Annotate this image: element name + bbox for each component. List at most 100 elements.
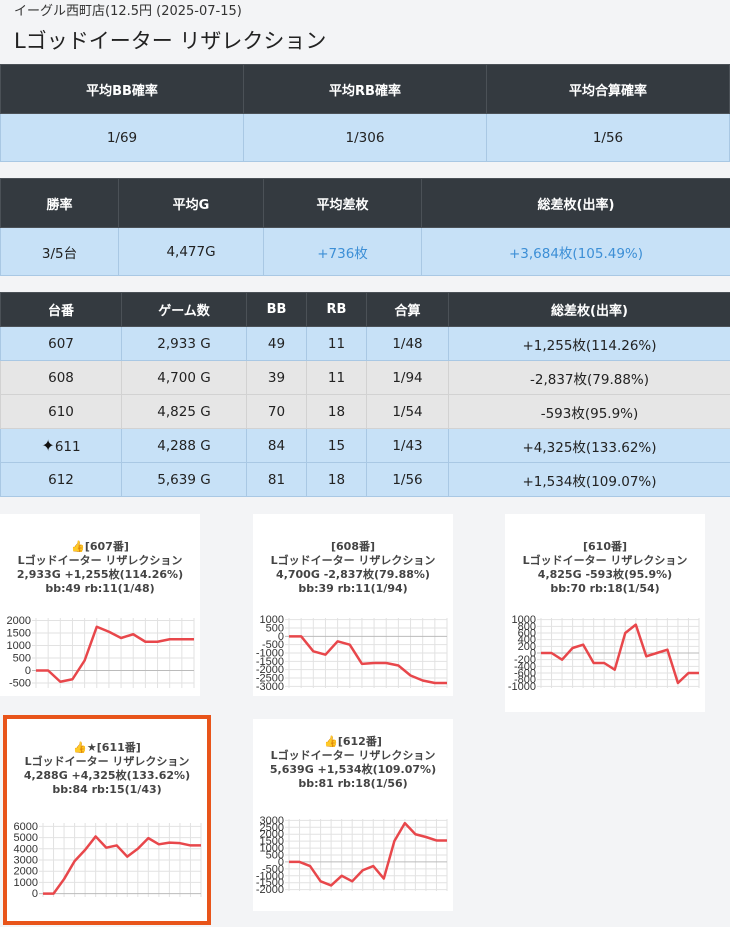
total-cell: 1/54 (366, 394, 449, 429)
machine-no-cell: 607 (0, 326, 122, 361)
total-cell: 1/43 (366, 428, 449, 463)
line-chart: 0100020003000400050006000 (14, 821, 202, 900)
card-bonus: bb:70 rb:18(1/54) (550, 582, 660, 595)
header-avg-bb: 平均BB確率 (0, 64, 244, 114)
table-row[interactable]: 607 2,933 G 49 11 1/48 +1,255枚(114.26%) (0, 326, 730, 361)
table-row[interactable]: ✦611 4,288 G 84 15 1/43 +4,325枚(133.62%) (0, 428, 730, 463)
line-chart: -2000-1500-1000-500050010001500200025003… (256, 815, 448, 895)
store-subtitle: イーグル西町店(12.5円 (2025-07-15) (14, 4, 242, 19)
machine-no-cell: 610 (0, 394, 122, 429)
machine-no-cell: ✦611 (0, 428, 122, 463)
y-tick-label: 5000 (14, 832, 38, 844)
series-line (36, 625, 194, 683)
sparkle-icon: ✦ (41, 436, 55, 455)
card-machine-name: Lゴッドイーター リザレクション (24, 755, 190, 768)
y-tick-label: 6000 (14, 821, 38, 833)
y-tick-label: 1500 (7, 628, 31, 640)
machine-title: Lゴッドイーター リザレクション (14, 29, 327, 53)
y-tick-label: 2000 (7, 615, 31, 627)
card-machine-name: Lゴッドイーター リザレクション (270, 749, 436, 762)
card-title: [610番] (582, 540, 628, 553)
header-machine-no: 台番 (0, 292, 122, 327)
card-bonus: bb:39 rb:11(1/94) (298, 582, 408, 595)
y-tick-label: 1000 (7, 640, 31, 652)
table-row[interactable]: 610 4,825 G 70 18 1/54 -593枚(95.9%) (0, 394, 730, 429)
rb-cell: 18 (306, 394, 367, 429)
y-tick-label: 1000 (14, 877, 38, 889)
y-tick-label: 4000 (14, 843, 38, 855)
avg-total-value: 1/56 (486, 113, 730, 162)
bb-cell: 84 (246, 428, 307, 463)
rb-cell: 11 (306, 360, 367, 395)
avg-rb-value: 1/306 (243, 113, 487, 162)
y-tick-label: 3000 (260, 815, 284, 827)
y-tick-label: 1000 (512, 614, 536, 626)
y-tick-label: 1000 (260, 614, 284, 626)
games-cell: 4,288 G (121, 428, 247, 463)
result-summary-table: 勝率 平均G 平均差枚 総差枚(出率) 3/5台 4,477G +736枚 +3… (0, 178, 730, 276)
diff-cell: +1,255枚(114.26%) (448, 326, 730, 361)
card-machine-name: Lゴッドイーター リザレクション (17, 554, 183, 567)
y-tick-label: 0 (32, 888, 38, 900)
card-bonus: bb:49 rb:11(1/48) (45, 582, 155, 595)
card-bonus: bb:84 rb:15(1/43) (52, 783, 162, 796)
header-games: ゲーム数 (121, 292, 247, 327)
y-tick-label: 0 (25, 665, 31, 677)
rb-cell: 15 (306, 428, 367, 463)
header-avg-rb: 平均RB確率 (243, 64, 487, 114)
series-line (289, 635, 447, 685)
machine-no-text: 611 (54, 439, 81, 455)
diff-cell: +4,325枚(133.62%) (448, 428, 730, 463)
diff-cell: -2,837枚(79.88%) (448, 360, 730, 395)
rb-cell: 18 (306, 462, 367, 497)
total-cell: 1/56 (366, 462, 449, 497)
total-cell: 1/48 (366, 326, 449, 361)
card-machine-name: Lゴッドイーター リザレクション (270, 554, 436, 567)
bb-cell: 49 (246, 326, 307, 361)
card-stats: 4,700G -2,837枚(79.88%) (276, 568, 430, 581)
avg-bb-value: 1/69 (0, 113, 244, 162)
diff-cell: -593枚(95.9%) (448, 394, 730, 429)
header-avg-diff: 平均差枚 (263, 178, 422, 228)
games-cell: 2,933 G (121, 326, 247, 361)
card-title: 👍[607番] (71, 540, 129, 553)
machine-table: 台番 ゲーム数 BB RB 合算 総差枚(出率) 607 2,933 G 49 11 1… (0, 292, 730, 497)
header-rb: RB (306, 292, 367, 327)
card-stats: 5,639G +1,534枚(109.07%) (269, 763, 437, 776)
chart-card-612[interactable]: 👍[612番] Lゴッドイーター リザレクション 5,639G +1,534枚(10… (253, 719, 453, 911)
chart-card-610[interactable]: [610番] Lゴッドイーター リザレクション 4,825G -593枚(95.9%… (505, 514, 705, 712)
bb-cell: 70 (246, 394, 307, 429)
card-stats: 2,933G +1,255枚(114.26%) (16, 568, 184, 581)
bb-cell: 81 (246, 462, 307, 497)
games-cell: 4,700 G (121, 360, 247, 395)
header-total-diff: 総差枚(出率) (421, 178, 730, 228)
table-row[interactable]: 612 5,639 G 81 18 1/56 +1,534枚(109.07%) (0, 462, 730, 497)
table-row[interactable]: 608 4,700 G 39 11 1/94 -2,837枚(79.88%) (0, 360, 730, 395)
chart-card-611[interactable]: 👍★[611番] Lゴッドイーター リザレクション 4,288G +4,325枚(1… (7, 719, 207, 921)
total-cell: 1/94 (366, 360, 449, 395)
avg-diff-value: +736枚 (263, 227, 422, 276)
card-stats: 4,825G -593枚(95.9%) (537, 568, 673, 581)
card-bonus: bb:81 rb:18(1/56) (298, 777, 408, 790)
line-chart: -1000-800-600-400-20002004006008001000 (508, 614, 700, 692)
diff-cell: +1,534枚(109.07%) (448, 462, 730, 497)
y-tick-label: 500 (13, 653, 31, 665)
series-line (43, 835, 201, 895)
total-diff-value: +3,684枚(105.49%) (421, 227, 730, 276)
line-chart: -3000-2500-2000-1500-1000-50005001000 (256, 614, 448, 692)
machine-no-cell: 608 (0, 360, 122, 395)
rb-cell: 11 (306, 326, 367, 361)
chart-card-607[interactable]: 👍[607番] Lゴッドイーター リザレクション 2,933G +1,255枚(11… (0, 514, 200, 696)
card-title: 👍★[611番] (73, 741, 141, 754)
header-avg-total: 平均合算確率 (486, 64, 730, 114)
header-diff: 総差枚(出率) (448, 292, 730, 327)
chart-card-608[interactable]: [608番] Lゴッドイーター リザレクション 4,700G -2,837枚(79.… (253, 514, 453, 696)
avg-games-value: 4,477G (118, 227, 264, 276)
card-title: 👍[612番] (324, 735, 382, 748)
y-tick-label: 2000 (14, 866, 38, 878)
win-rate-value: 3/5台 (0, 227, 119, 276)
header-bb: BB (246, 292, 307, 327)
y-tick-label: 3000 (14, 855, 38, 867)
games-cell: 5,639 G (121, 462, 247, 497)
card-stats: 4,288G +4,325枚(133.62%) (23, 769, 191, 782)
